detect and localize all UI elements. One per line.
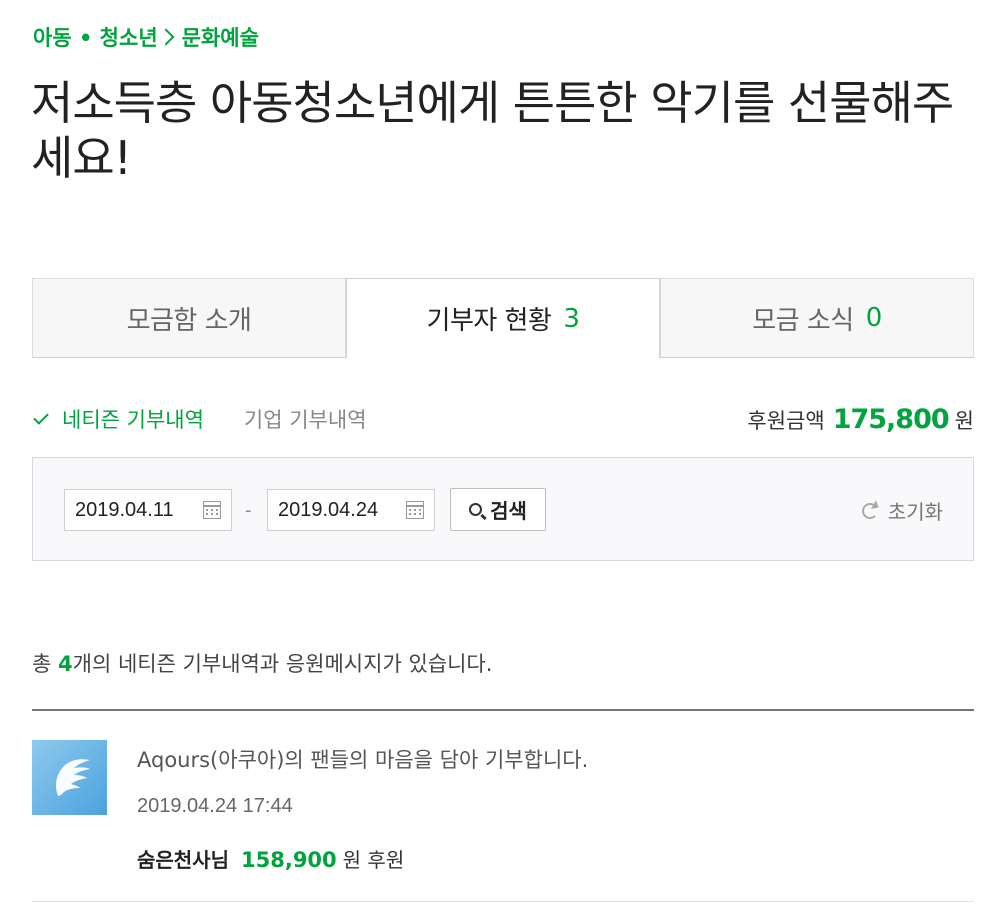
- start-date-input[interactable]: 2019.04.11: [64, 489, 232, 531]
- start-date-value: 2019.04.11: [75, 498, 174, 521]
- tab-label: 기부자 현황: [426, 306, 552, 336]
- chevron-right-icon: [157, 28, 175, 46]
- donation-datetime: 2019.04.24 17:44: [137, 795, 293, 817]
- result-summary: 총 4개의 네티즌 기부내역과 응원메시지가 있습니다.: [32, 648, 492, 678]
- avatar: [32, 740, 107, 815]
- check-icon: [33, 409, 49, 425]
- total-amount: 후원금액 175,800 원: [747, 404, 974, 435]
- list-item: Aqours(아쿠아)의 팬들의 마음을 담아 기부합니다. 2019.04.2…: [32, 740, 974, 900]
- end-date-value: 2019.04.24: [278, 498, 379, 521]
- donation-donor: 숨은천사님 158,900 원 후원: [137, 844, 404, 873]
- list-divider: [32, 709, 974, 711]
- donation-amount: 158,900: [241, 848, 337, 872]
- total-unit: 원: [954, 408, 974, 433]
- total-label: 후원금액: [747, 408, 825, 433]
- refresh-icon: [861, 502, 878, 519]
- tab-count: 0: [865, 303, 883, 333]
- tab-count: 3: [563, 303, 580, 334]
- search-button[interactable]: 검색: [450, 488, 546, 531]
- filter-label: 네티즌 기부내역: [62, 408, 204, 432]
- list-divider: [32, 901, 974, 902]
- breadcrumb-category[interactable]: 아동 • 청소년: [33, 22, 158, 52]
- tab-intro[interactable]: 모금함 소개: [32, 278, 346, 358]
- tab-label: 모금 소식: [752, 305, 854, 336]
- tab-news[interactable]: 모금 소식 0: [660, 278, 974, 358]
- donation-suffix: 원 후원: [342, 848, 405, 872]
- search-panel: 2019.04.11 - 2019.04.24 검색 초기화: [32, 457, 974, 561]
- end-date-input[interactable]: 2019.04.24: [267, 489, 435, 531]
- total-value: 175,800: [832, 403, 950, 435]
- page-title: 저소득층 아동청소년에게 튼튼한 악기를 선물해주세요!: [31, 76, 954, 185]
- reset-button[interactable]: 초기화: [861, 496, 943, 525]
- summary-prefix: 총: [32, 652, 58, 676]
- search-button-label: 검색: [490, 499, 527, 523]
- tab-bar: 모금함 소개 기부자 현황 3 모금 소식 0: [32, 278, 974, 358]
- angel-wing-icon: [55, 758, 90, 796]
- tab-label: 모금함 소개: [126, 305, 252, 336]
- reset-label: 초기화: [887, 500, 943, 524]
- search-icon: [469, 503, 483, 516]
- filter-row: 네티즌 기부내역 기업 기부내역 후원금액 175,800 원: [32, 398, 974, 440]
- calendar-icon[interactable]: [406, 501, 424, 519]
- breadcrumb-subcategory[interactable]: 문화예술: [182, 22, 259, 52]
- donation-message: Aqours(아쿠아)의 팬들의 마음을 담아 기부합니다.: [137, 748, 589, 772]
- date-separator: -: [245, 500, 252, 521]
- filter-label: 기업 기부내역: [243, 408, 367, 432]
- breadcrumb: 아동 • 청소년 문화예술: [33, 22, 259, 52]
- summary-suffix: 개의 네티즌 기부내역과 응원메시지가 있습니다.: [72, 652, 493, 676]
- summary-count: 4: [58, 652, 73, 676]
- filter-netizen[interactable]: 네티즌 기부내역: [32, 404, 204, 434]
- tab-donors[interactable]: 기부자 현황 3: [346, 278, 660, 358]
- calendar-icon[interactable]: [203, 501, 221, 519]
- donor-name: 숨은천사님: [137, 848, 229, 872]
- filter-company[interactable]: 기업 기부내역: [244, 404, 367, 434]
